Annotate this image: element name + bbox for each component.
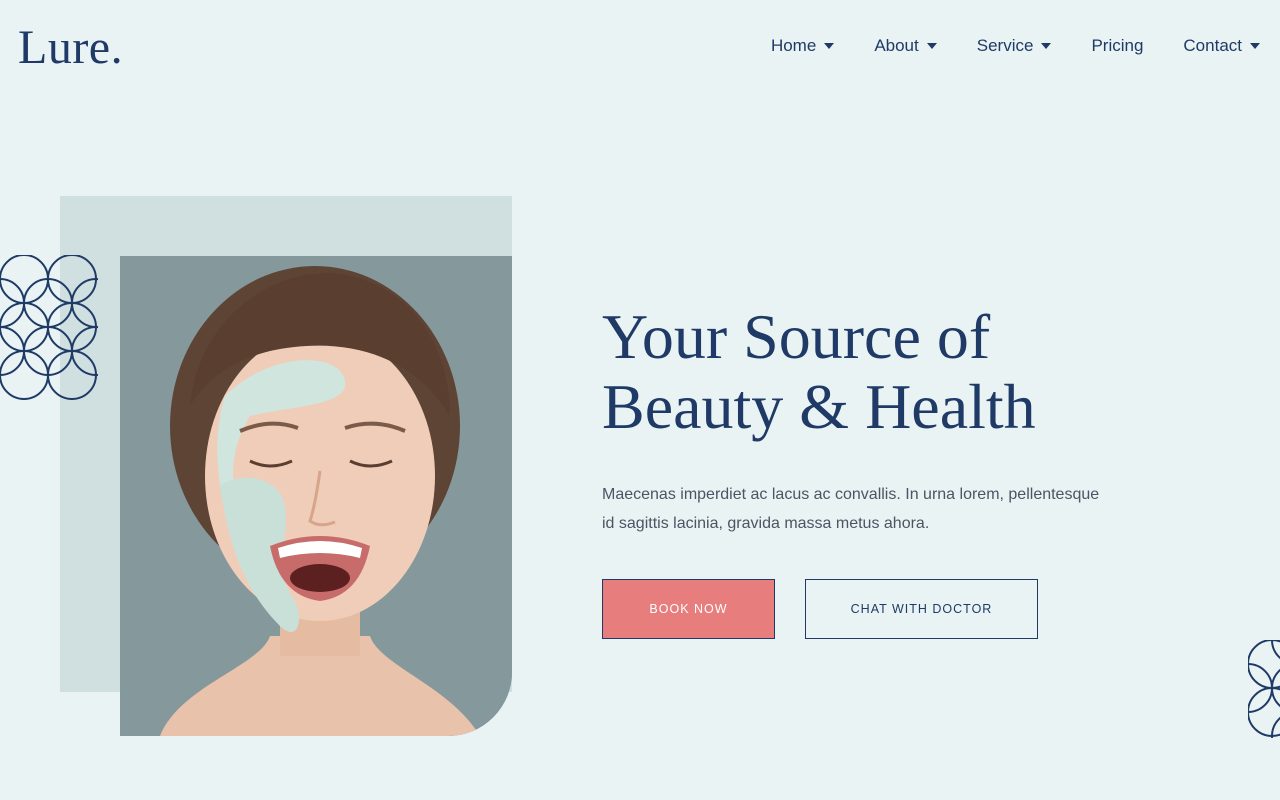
hero-title-line-1: Your Source of [602, 301, 991, 372]
nav-item-label: About [874, 36, 919, 55]
chevron-down-icon [1250, 43, 1260, 49]
brand-logo[interactable]: Lure. [18, 22, 123, 74]
chevron-down-icon [1041, 43, 1052, 49]
nav-item-label: Home [770, 36, 817, 55]
nav-item-label: Service [976, 36, 1034, 55]
flower-pattern-icon [1248, 640, 1280, 738]
hero-description: Maecenas imperdiet ac lacus ac convallis… [602, 486, 1100, 532]
nav-item-pricing[interactable]: Pricing [1091, 36, 1143, 56]
book-now-button[interactable]: BOOK NOW [602, 579, 775, 639]
chevron-down-icon [926, 43, 937, 49]
flower-pattern-icon [0, 255, 98, 400]
nav-item-label: Pricing [1091, 36, 1144, 55]
hero-illustration [120, 256, 512, 736]
nav-item-label: Contact [1183, 36, 1242, 55]
nav-item-contact[interactable]: Contact [1183, 36, 1260, 56]
chat-with-doctor-button[interactable]: CHAT WITH DOCTOR [805, 579, 1038, 639]
hero-title-line-2: Beauty & Health [602, 371, 1036, 442]
nav-item-home[interactable]: Home [770, 36, 835, 56]
nav-item-service[interactable]: Service [977, 36, 1052, 56]
main-nav: Home About Service Pricing Contact [771, 36, 1260, 56]
hero-title: Your Source of Beauty & Health [602, 302, 1162, 442]
chevron-down-icon [824, 43, 835, 49]
nav-item-about[interactable]: About [874, 36, 937, 56]
hero-image [120, 256, 512, 736]
